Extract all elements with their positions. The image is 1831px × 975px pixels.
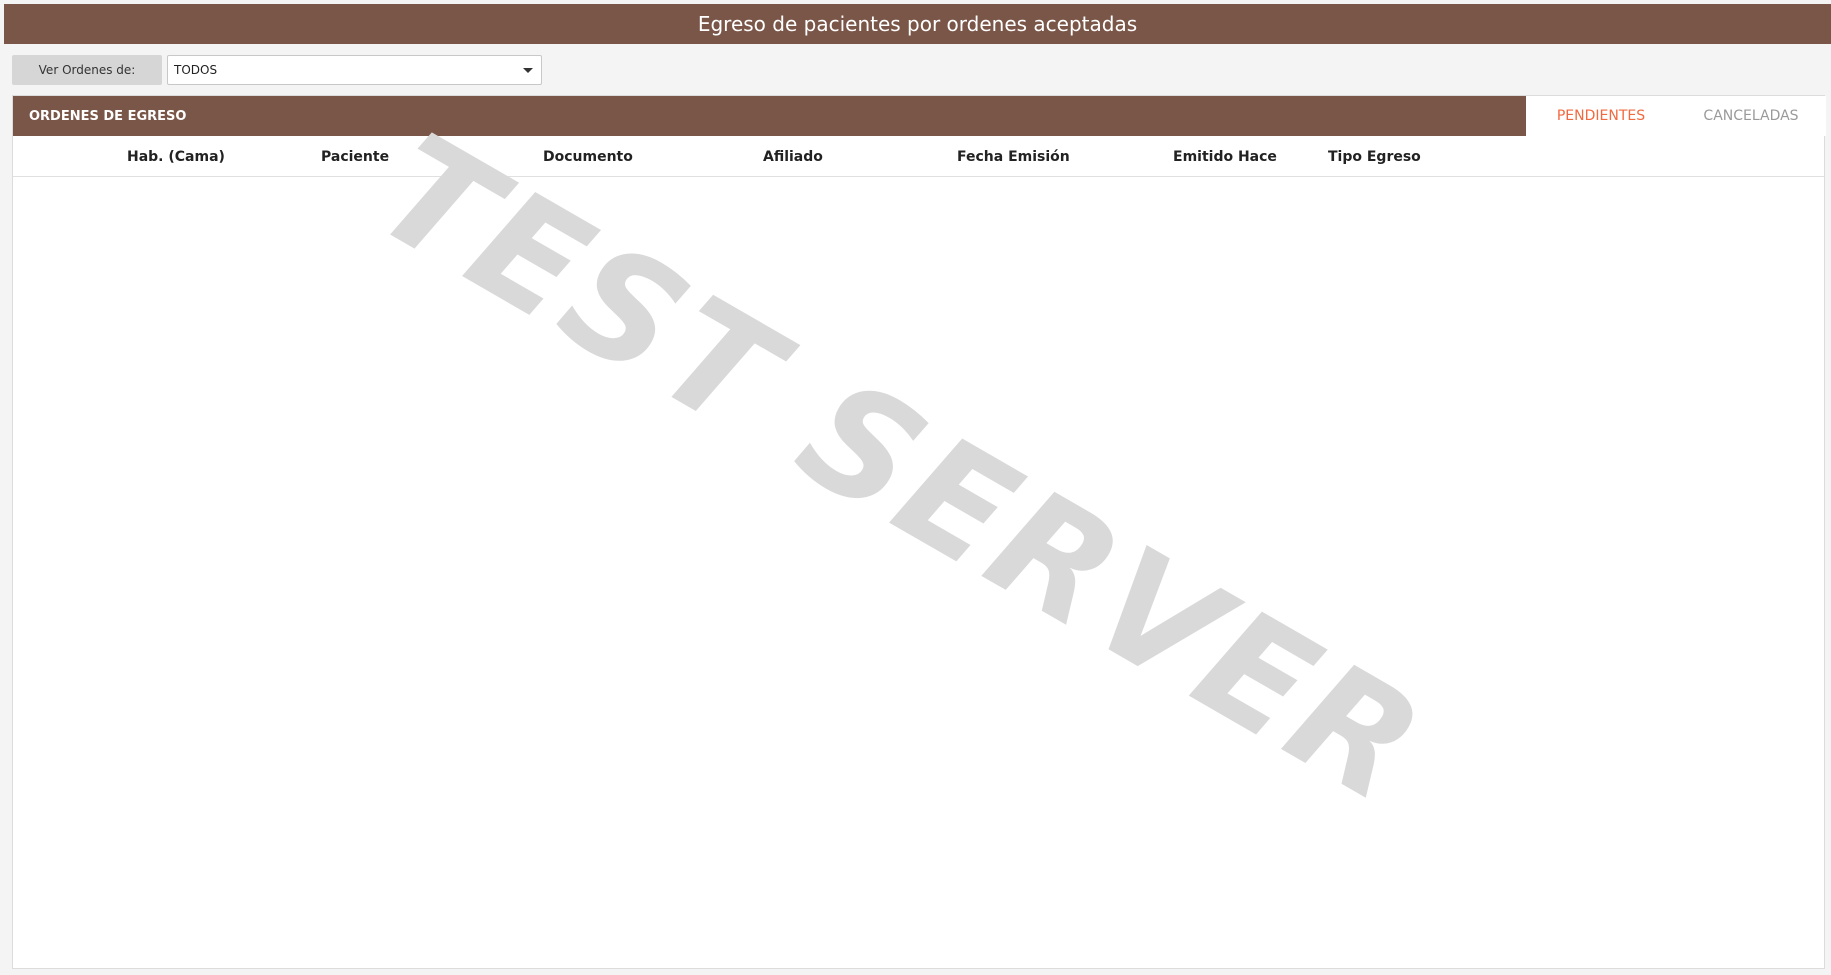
page-title: Egreso de pacientes por ordenes aceptada… (697, 12, 1138, 36)
column-header-afiliado[interactable]: Afiliado (763, 136, 823, 177)
filter-row: Ver Ordenes de: TODOS (12, 55, 542, 85)
panel-header: ORDENES DE EGRESO (13, 96, 1526, 136)
page-title-bar: Egreso de pacientes por ordenes aceptada… (4, 4, 1831, 44)
column-header-fecha-emision[interactable]: Fecha Emisión (957, 136, 1070, 177)
column-header-documento[interactable]: Documento (543, 136, 633, 177)
orders-panel: ORDENES DE EGRESO PENDIENTES CANCELADAS … (12, 95, 1826, 969)
panel-title: ORDENES DE EGRESO (29, 108, 187, 124)
column-header-paciente[interactable]: Paciente (321, 136, 389, 177)
status-tabs: PENDIENTES CANCELADAS (1526, 96, 1826, 136)
filter-selected-value: TODOS (174, 63, 218, 77)
table-header: Hab. (Cama) Paciente Documento Afiliado … (13, 136, 1824, 177)
tab-pendientes[interactable]: PENDIENTES (1526, 96, 1676, 136)
column-header-tipo-egreso[interactable]: Tipo Egreso (1328, 136, 1421, 177)
tab-canceladas[interactable]: CANCELADAS (1676, 96, 1826, 136)
column-header-emitido-hace[interactable]: Emitido Hace (1173, 136, 1277, 177)
column-header-hab-cama[interactable]: Hab. (Cama) (127, 136, 225, 177)
filter-label: Ver Ordenes de: (12, 55, 162, 85)
orders-filter-select[interactable]: TODOS (167, 55, 542, 85)
chevron-down-icon[interactable] (523, 68, 533, 73)
